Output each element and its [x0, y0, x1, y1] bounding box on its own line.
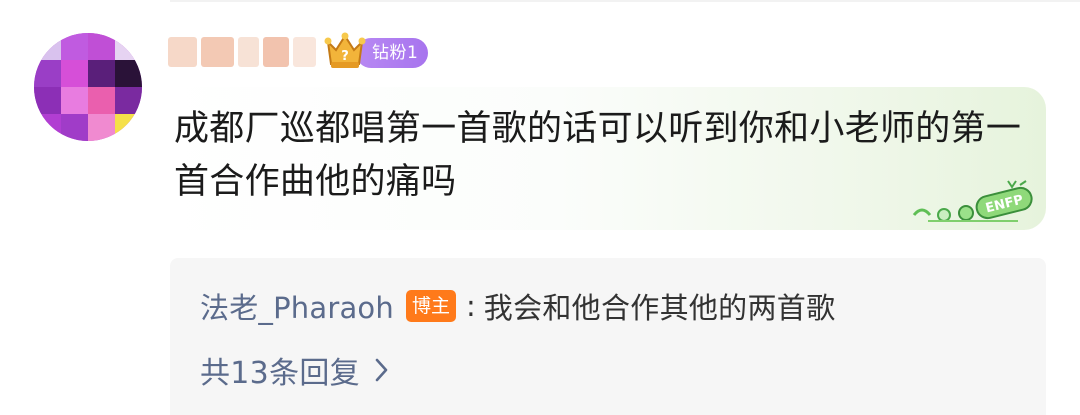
- enfp-sticker-icon: ENFP: [912, 180, 1033, 222]
- chevron-right-icon: [375, 358, 388, 382]
- username-obscured[interactable]: [168, 35, 317, 69]
- reply-colon: :: [465, 289, 476, 323]
- top-reply: 法老_Pharaoh 博主 : 我会和他合作其他的两首歌: [200, 284, 835, 328]
- divider: [170, 0, 1080, 2]
- diamond-fan-badge[interactable]: ? 钻粉1: [322, 32, 429, 72]
- reply-preview[interactable]: 法老_Pharaoh 博主 : 我会和他合作其他的两首歌 共13条回复: [170, 258, 1046, 415]
- avatar[interactable]: [34, 33, 142, 141]
- blogger-badge: 博主: [405, 290, 456, 322]
- comment-item: ? 钻粉1 成都厂巡都唱第一首歌的话可以听到你和小老师的第一首合作曲他的痛吗 E…: [0, 0, 1080, 415]
- view-replies-link[interactable]: 共13条回复: [200, 350, 390, 391]
- comment-text: 成都厂巡都唱第一首歌的话可以听到你和小老师的第一首合作曲他的痛吗: [174, 109, 1022, 202]
- comment-bubble[interactable]: 成都厂巡都唱第一首歌的话可以听到你和小老师的第一首合作曲他的痛吗 ENFP: [160, 87, 1046, 230]
- reply-author-link[interactable]: 法老_Pharaoh: [200, 285, 394, 327]
- crown-fan-icon: ?: [324, 32, 366, 68]
- reply-text: 我会和他合作其他的两首歌: [483, 291, 836, 325]
- reply-count-label: 共13条回复: [200, 356, 360, 391]
- svg-text:?: ?: [341, 49, 349, 64]
